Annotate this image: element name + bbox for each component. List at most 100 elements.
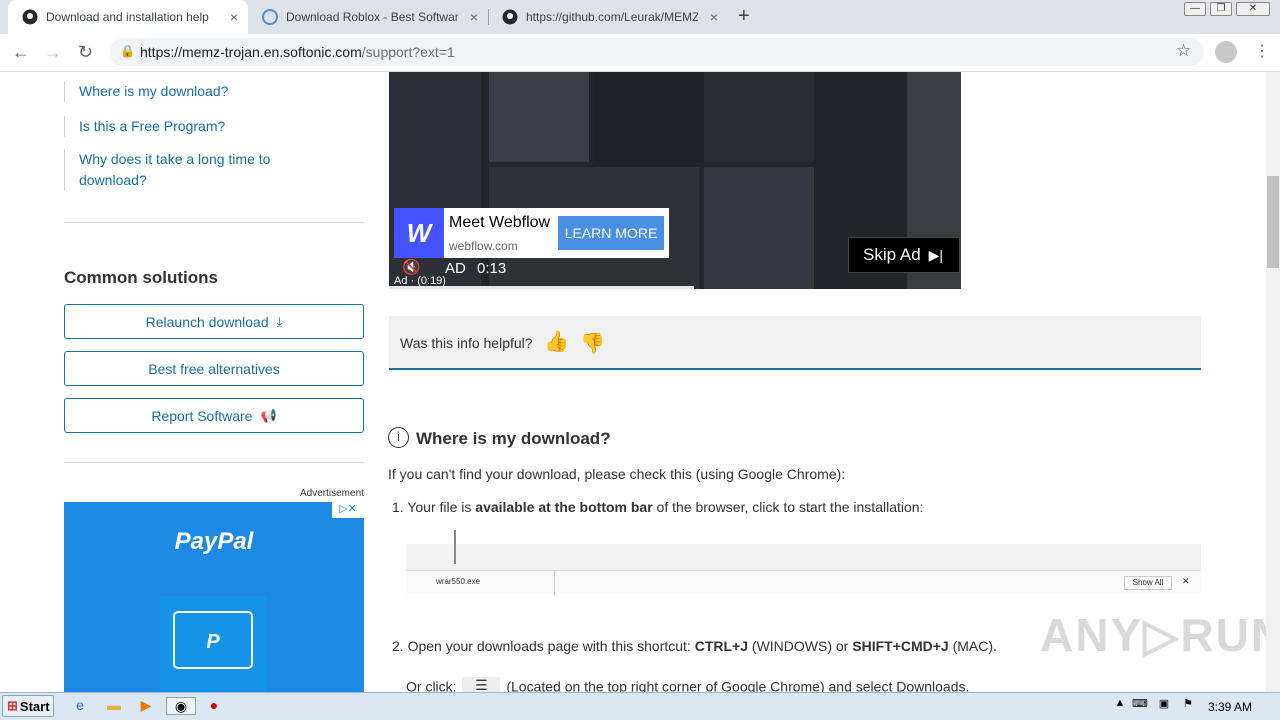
page-content: Where is my download? Is this a Free Pro… — [0, 72, 1266, 692]
ie-icon[interactable]: e — [70, 697, 90, 715]
windows-logo-icon: ⊞ — [7, 698, 18, 713]
skip-label: Skip Ad — [863, 245, 921, 264]
skip-ad-button[interactable]: Skip Ad ▶| — [848, 237, 960, 273]
tab-title: Download and installation help — [46, 10, 209, 24]
url-path: /support?ext=1 — [361, 44, 455, 60]
text: 2. Open your downloads page with this sh… — [392, 638, 695, 654]
best-free-alternatives-button[interactable]: Best free alternatives — [64, 351, 364, 386]
reload-icon[interactable]: ↻ — [78, 42, 93, 63]
text-bold: CTRL+J — [694, 638, 749, 654]
new-tab-button[interactable]: + — [738, 5, 750, 28]
divider — [554, 571, 555, 595]
scrollbar-thumb[interactable] — [1267, 176, 1279, 268]
section-title: Where is my download? — [416, 429, 611, 448]
close-tab-icon[interactable]: × — [470, 9, 478, 25]
sidebar-link-long-time[interactable]: Why does it take a long time to download… — [64, 149, 294, 191]
ad-remaining: Ad · (0:19) — [394, 275, 446, 287]
scrollbar-track[interactable] — [1266, 72, 1280, 692]
skip-next-icon: ▶| — [928, 246, 944, 263]
text: Or click: — [406, 678, 457, 692]
close-tab-icon[interactable]: × — [710, 9, 718, 25]
ad-badge: AD — [445, 260, 466, 277]
divider — [64, 462, 364, 463]
close-icon: ✕ — [1182, 576, 1190, 586]
svg-text:P: P — [206, 631, 220, 653]
arrow-icon — [454, 530, 456, 564]
tab-title: https://github.com/Leurak/MEMZ/ar — [526, 10, 698, 24]
sidebar-link-where[interactable]: Where is my download? — [64, 81, 364, 102]
ad-domain: webflow.com — [449, 239, 518, 253]
paypal-ad[interactable]: ▷✕ PayPal P — [64, 502, 364, 692]
adchoices-icon[interactable]: ▷✕ — [332, 502, 364, 518]
tab-title: Download Roblox - Best Software & — [286, 10, 458, 24]
url-text[interactable]: https://memz-trojan.en.softonic.com/supp… — [140, 44, 455, 60]
download-icon: ⤓ — [276, 313, 283, 329]
menu-kebab-icon[interactable]: ⋮ — [1254, 41, 1270, 61]
button-label: Report Software — [151, 407, 253, 424]
tab-bar: Download and installation help × Downloa… — [0, 0, 1280, 34]
learn-more-button[interactable]: LEARN MORE — [558, 216, 664, 250]
step-2: 2. Open your downloads page with this sh… — [392, 638, 997, 654]
button-label: Best free alternatives — [148, 360, 280, 377]
anyrun-watermark: ANY▷RUN — [1040, 609, 1266, 661]
info-icon: i — [388, 427, 409, 448]
hamburger-icon: ☰ — [462, 677, 501, 692]
thumbs-down-icon[interactable]: 👎 — [580, 331, 605, 356]
relaunch-download-button[interactable]: Relaunch download ⤓ — [64, 304, 364, 339]
tray-flag-icon[interactable]: ⚑ — [1178, 697, 1198, 715]
helpful-question: Was this info helpful? — [400, 335, 533, 351]
paypal-logo: PayPal — [174, 528, 254, 555]
media-player-icon[interactable]: ▶ — [136, 697, 156, 715]
text: (MAC). — [948, 638, 997, 654]
ad-timer: 0:13 — [477, 260, 507, 277]
github-icon — [502, 9, 518, 25]
text: (Located on the top right corner of Goog… — [506, 678, 970, 692]
folder-icon[interactable]: ▬ — [104, 697, 124, 715]
divider — [64, 222, 364, 223]
text: 1. Your file is — [392, 499, 476, 515]
github-icon — [22, 9, 38, 25]
tab-roblox[interactable]: Download Roblox - Best Software & × — [248, 0, 488, 34]
chrome-icon[interactable]: ◉ — [166, 697, 196, 715]
close-tab-icon[interactable]: × — [230, 9, 238, 25]
start-button[interactable]: ⊞ Start — [2, 695, 54, 717]
opera-icon[interactable]: ● — [204, 697, 224, 715]
tray-expand-icon[interactable]: ▲ — [1110, 697, 1130, 715]
tray-network-icon[interactable]: ▣ — [1154, 697, 1174, 715]
show-all-button: Show All — [1124, 576, 1172, 590]
advertisement-label: Advertisement — [300, 488, 364, 499]
url-host: https://memz-trojan.en.softonic.com — [140, 44, 362, 60]
webflow-ad-card[interactable]: W Meet Webflow webflow.com LEARN MORE — [394, 208, 669, 258]
clock[interactable]: 3:39 AM — [1208, 700, 1252, 714]
maximize-button[interactable]: ❐ — [1210, 2, 1232, 16]
download-bar: wrar550.exe Show All ✕ — [406, 570, 1201, 595]
close-window-button[interactable]: ✕ — [1236, 2, 1270, 16]
tab-download-help[interactable]: Download and installation help × — [8, 0, 248, 34]
forward-icon[interactable]: → — [44, 42, 62, 63]
megaphone-icon: 📢 — [260, 407, 277, 423]
lock-icon: 🔒 — [120, 44, 135, 58]
section-intro: If you can't find your download, please … — [388, 466, 846, 482]
laptop-illustration: P — [160, 596, 266, 692]
step-3: Or click: ☰ (Located on the top right co… — [406, 677, 969, 692]
text-bold: available at the bottom bar — [475, 499, 653, 515]
webflow-logo: W — [394, 208, 444, 258]
report-software-button[interactable]: Report Software 📢 — [64, 398, 364, 433]
minimize-button[interactable]: — — [1184, 2, 1206, 16]
profile-avatar-icon[interactable] — [1215, 41, 1237, 63]
softonic-icon — [262, 9, 278, 25]
helpful-feedback: Was this info helpful? 👍 👎 — [389, 316, 1201, 370]
thumbs-up-icon[interactable]: 👍 — [544, 329, 569, 354]
common-solutions-title: Common solutions — [64, 268, 218, 287]
bookmark-star-icon[interactable]: ☆ — [1176, 41, 1191, 61]
tray-keyboard-icon[interactable]: ⌨ — [1130, 697, 1150, 715]
address-bar[interactable]: 🔒 https://memz-trojan.en.softonic.com/su… — [110, 38, 1204, 66]
text-bold: SHIFT+CMD+J — [852, 638, 949, 654]
mute-icon[interactable]: 🔇 — [402, 258, 421, 276]
tab-github[interactable]: https://github.com/Leurak/MEMZ/ar × — [488, 0, 728, 34]
text: of the browser, click to start the insta… — [652, 499, 924, 515]
download-bar-illustration: wrar550.exe Show All ✕ — [406, 530, 1201, 595]
sidebar-link-free[interactable]: Is this a Free Program? — [64, 116, 364, 137]
back-icon[interactable]: ← — [12, 42, 30, 63]
step-1: 1. Your file is available at the bottom … — [392, 499, 923, 515]
